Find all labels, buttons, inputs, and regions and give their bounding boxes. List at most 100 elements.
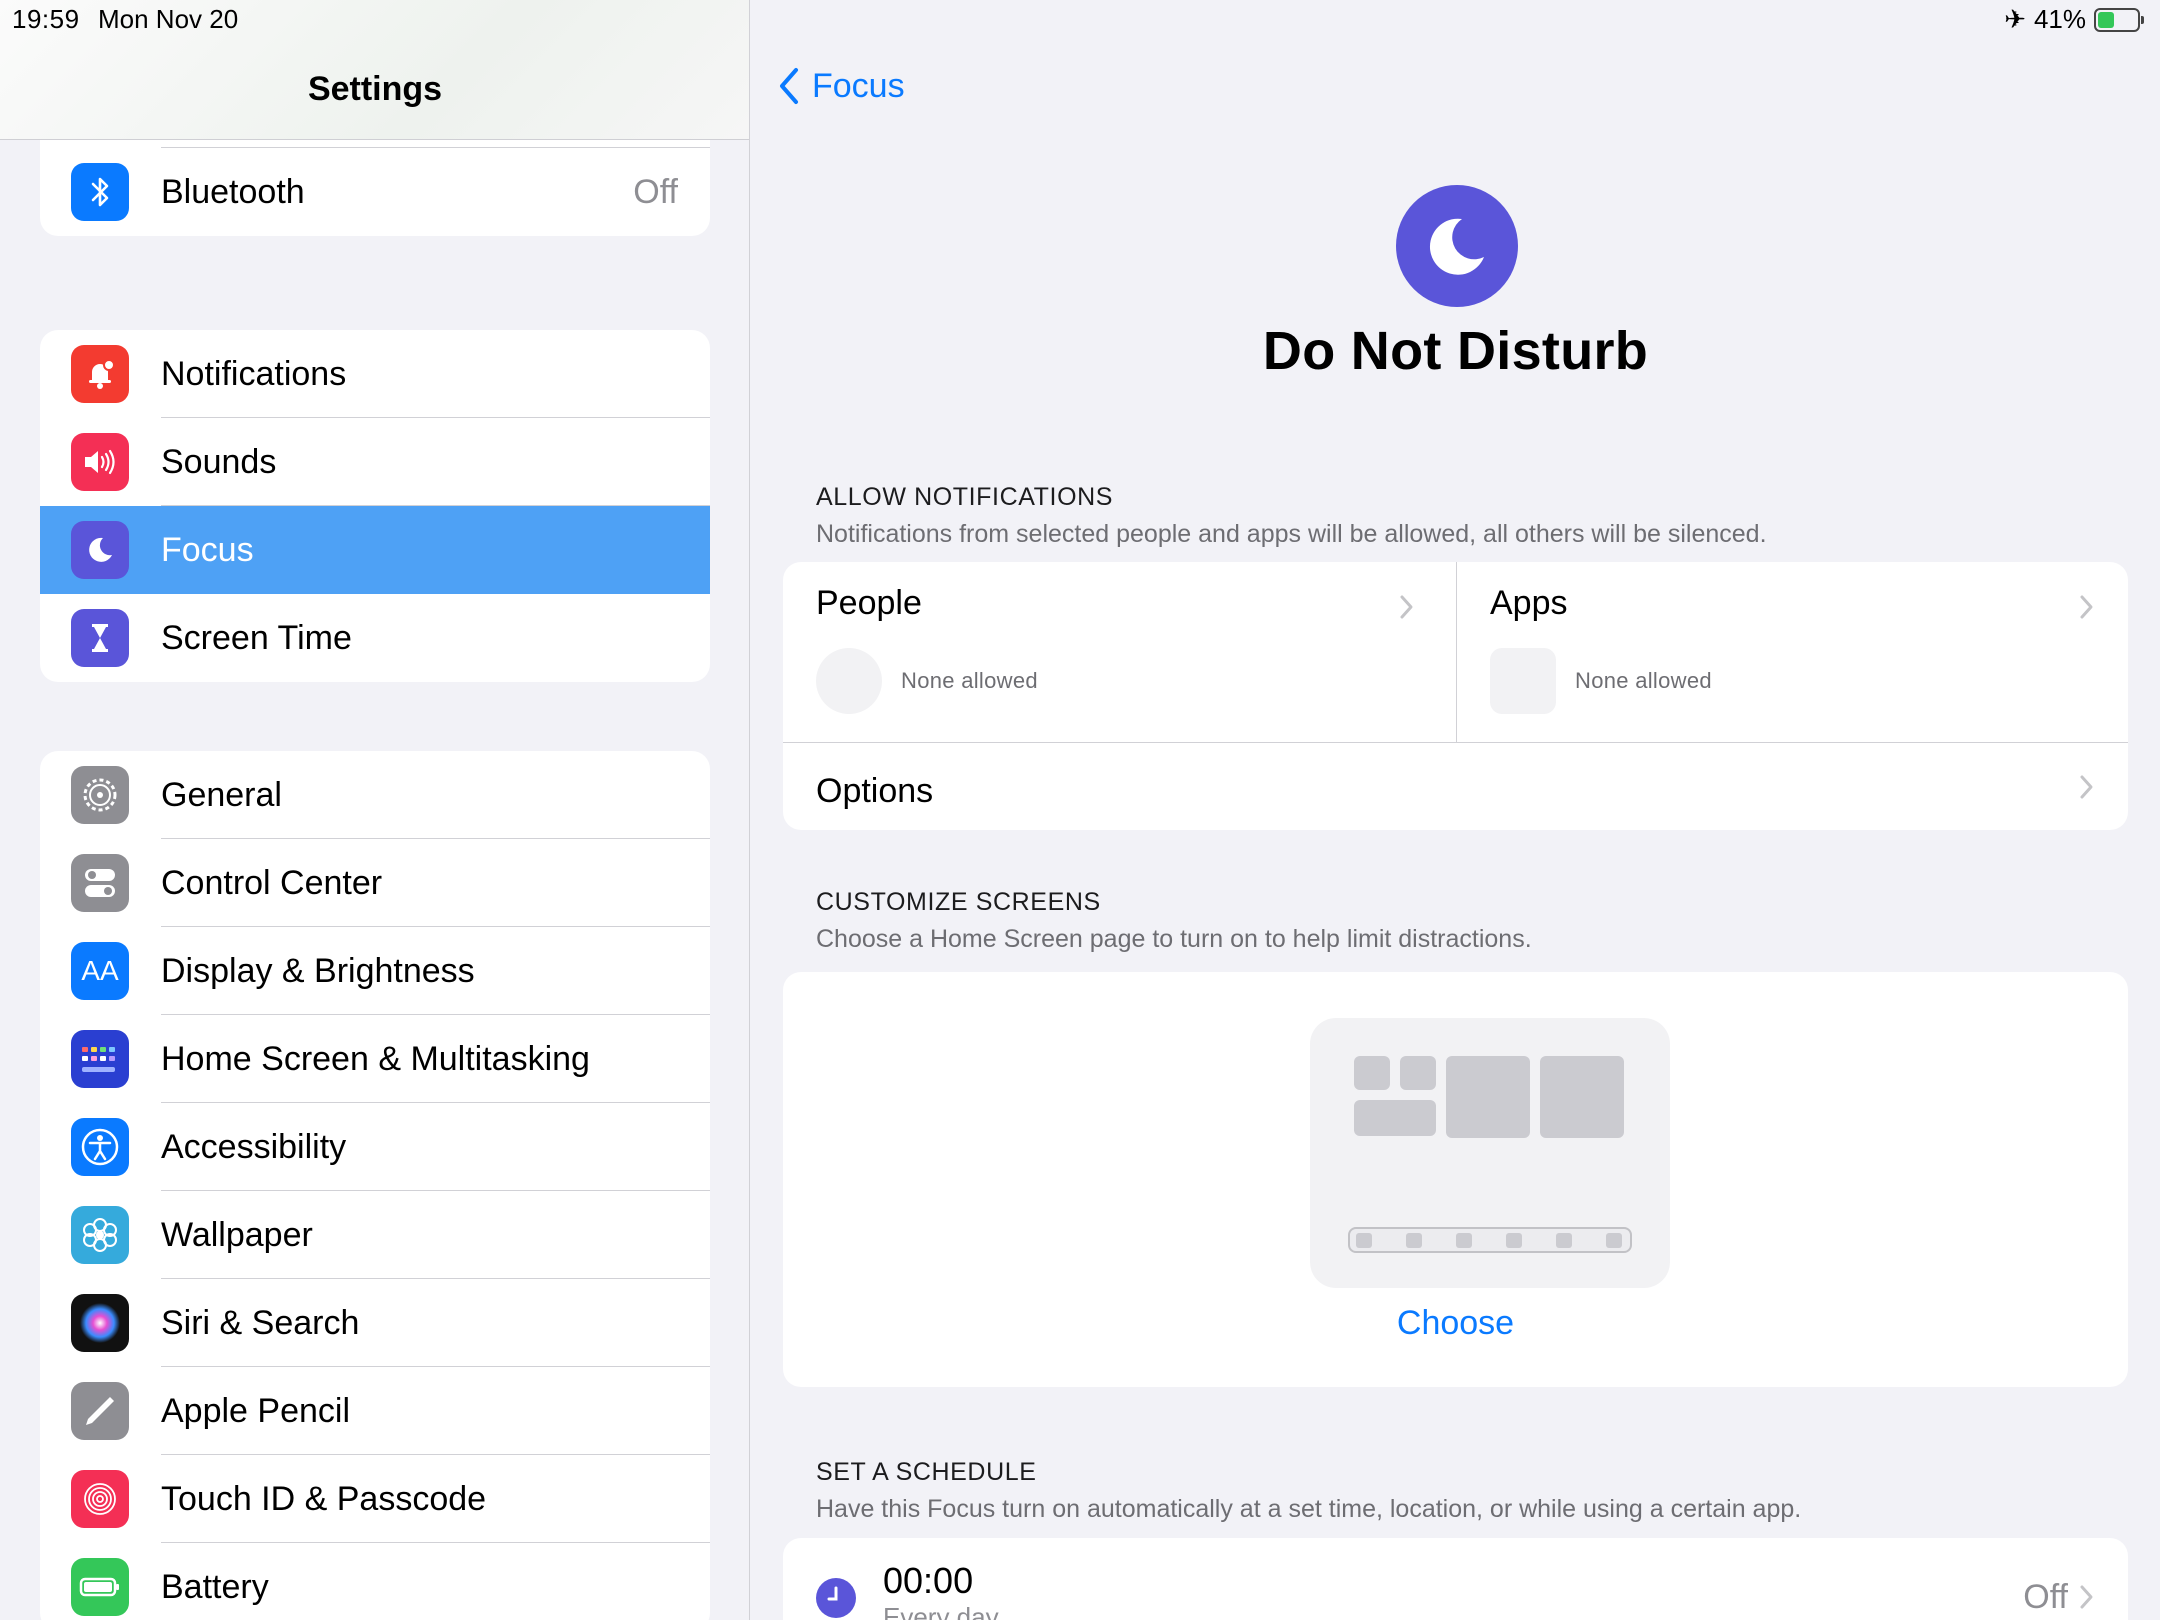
sidebar-item-touch-id[interactable]: Touch ID & Passcode (40, 1455, 710, 1543)
sidebar-item-apple-pencil[interactable]: Apple Pencil (40, 1367, 710, 1455)
focus-moon-icon (1396, 185, 1518, 307)
chevron-right-icon (2080, 1585, 2093, 1609)
sidebar-item-label: Home Screen & Multitasking (161, 1039, 590, 1078)
sidebar-item-general[interactable]: General (40, 751, 710, 839)
sidebar-item-display-brightness[interactable]: AA Display & Brightness (40, 927, 710, 1015)
battery-icon (71, 1558, 129, 1616)
people-value: None allowed (901, 668, 1038, 693)
schedule-row[interactable]: 00:00 Every day Off (783, 1538, 2128, 1620)
schedule-repeat: Every day (883, 1602, 999, 1620)
dock-app (1356, 1233, 1372, 1248)
dock-preview (1348, 1227, 1632, 1253)
dock-app (1556, 1233, 1572, 1248)
customize-screens-header: CUSTOMIZE SCREENS (816, 888, 1101, 916)
sidebar-title: Settings (307, 70, 443, 108)
sidebar-item-label: Display & Brightness (161, 951, 475, 990)
sidebar-item-label: Wallpaper (161, 1215, 313, 1254)
speaker-icon (71, 433, 129, 491)
choose-button[interactable]: Choose (783, 1304, 2128, 1343)
sidebar-item-wallpaper[interactable]: Wallpaper (40, 1191, 710, 1279)
sidebar-item-control-center[interactable]: Control Center (40, 839, 710, 927)
people-label: People (816, 584, 922, 622)
widget-tile (1446, 1056, 1530, 1138)
apps-value: None allowed (1575, 668, 1712, 693)
sidebar-group-system: General Control Center AA Display & Brig… (40, 751, 710, 1620)
home-screen-preview[interactable] (1310, 1018, 1670, 1288)
sidebar-item-focus[interactable]: Focus (40, 506, 710, 594)
sidebar-group-alerts: Notifications Sounds Focus Screen Time (40, 330, 710, 682)
sidebar-item-label: Control Center (161, 863, 383, 902)
sidebar-item-label: Notifications (161, 354, 347, 393)
allow-notifications-header: ALLOW NOTIFICATIONS (816, 483, 1114, 511)
schedule-time: 00:00 (883, 1560, 974, 1601)
sidebar-item-home-screen[interactable]: Home Screen & Multitasking (40, 1015, 710, 1103)
battery-icon (2094, 7, 2144, 32)
sidebar-item-sounds[interactable]: Sounds (40, 418, 710, 506)
status-time: 19:59 (12, 4, 80, 34)
status-indicators: ✈ 41% (2004, 4, 2144, 35)
app-grid-icon (71, 1030, 129, 1088)
dock-app (1406, 1233, 1422, 1248)
accessibility-icon (71, 1118, 129, 1176)
apps-cell[interactable]: Apps None allowed (1457, 562, 2128, 742)
customize-screens-subtitle: Choose a Home Screen page to turn on to … (816, 925, 1532, 953)
battery-level-fill (2098, 11, 2114, 28)
sidebar-item-battery[interactable]: Battery (40, 1543, 710, 1620)
widget-tile (1400, 1056, 1436, 1090)
chevron-left-icon (780, 68, 798, 104)
apps-icon-placeholder (1490, 648, 1556, 714)
options-label: Options (816, 772, 934, 810)
sidebar-item-label: Bluetooth (161, 172, 305, 211)
sidebar-item-screen-time[interactable]: Screen Time (40, 594, 710, 682)
fingerprint-icon (71, 1470, 129, 1528)
widget-tile (1354, 1100, 1436, 1136)
sidebar-item-label: Accessibility (161, 1127, 347, 1166)
dock-app (1506, 1233, 1522, 1248)
schedule-subtitle: Have this Focus turn on automatically at… (816, 1495, 1802, 1523)
sidebar-item-siri-search[interactable]: Siri & Search (40, 1279, 710, 1367)
airplane-icon: ✈ (2004, 4, 2026, 34)
sidebar-item-label: Sounds (161, 442, 277, 481)
sidebar-item-label: Screen Time (161, 618, 352, 657)
sidebar-item-accessibility[interactable]: Accessibility (40, 1103, 710, 1191)
chevron-right-icon (2080, 595, 2093, 619)
back-button[interactable]: Focus (776, 66, 905, 106)
sidebar-item-label: General (161, 775, 282, 814)
schedule-header: SET A SCHEDULE (816, 1458, 1037, 1486)
status-date: Mon Nov 20 (98, 4, 239, 34)
back-label: Focus (812, 66, 905, 105)
page-title: Do Not Disturb (1262, 321, 1649, 381)
allow-notifications-subtitle: Notifications from selected people and a… (816, 520, 1767, 548)
settings-sidebar: Settings Bluetooth Off Notifications Sou… (0, 0, 750, 1620)
schedule-card: 00:00 Every day Off (783, 1538, 2128, 1620)
people-cell[interactable]: People None allowed (783, 562, 1456, 742)
focus-detail-pane: Focus Do Not Disturb ALLOW NOTIFICATIONS… (751, 0, 2160, 1620)
pencil-icon (71, 1382, 129, 1440)
people-avatar-placeholder (816, 648, 882, 714)
sidebar-item-label: Siri & Search (161, 1303, 360, 1342)
schedule-state: Off (2023, 1578, 2068, 1616)
options-row[interactable]: Options (783, 743, 2128, 830)
moon-icon (71, 521, 129, 579)
siri-icon (71, 1294, 129, 1352)
sidebar-item-label: Focus (161, 530, 254, 569)
gear-icon (71, 766, 129, 824)
widget-tile (1354, 1056, 1390, 1090)
sidebar-item-bluetooth[interactable]: Bluetooth Off (40, 148, 710, 236)
allow-notifications-card: People None allowed Apps None allowed Op… (783, 562, 2128, 830)
widget-tile (1540, 1056, 1624, 1138)
toggles-icon (71, 854, 129, 912)
sidebar-item-label: Touch ID & Passcode (161, 1479, 487, 1518)
sidebar-item-label: Apple Pencil (161, 1391, 351, 1430)
chevron-right-icon (2080, 775, 2093, 799)
hourglass-icon (71, 609, 129, 667)
bell-icon (71, 345, 129, 403)
chevron-right-icon (1400, 595, 1413, 619)
text-size-icon: AA (71, 942, 129, 1000)
sidebar-item-value: Off (633, 172, 678, 211)
dock-app (1606, 1233, 1622, 1248)
battery-percent: 41% (2033, 4, 2086, 34)
sidebar-item-notifications[interactable]: Notifications (40, 330, 710, 418)
customize-screens-card: Choose (783, 972, 2128, 1387)
dock-app (1456, 1233, 1472, 1248)
